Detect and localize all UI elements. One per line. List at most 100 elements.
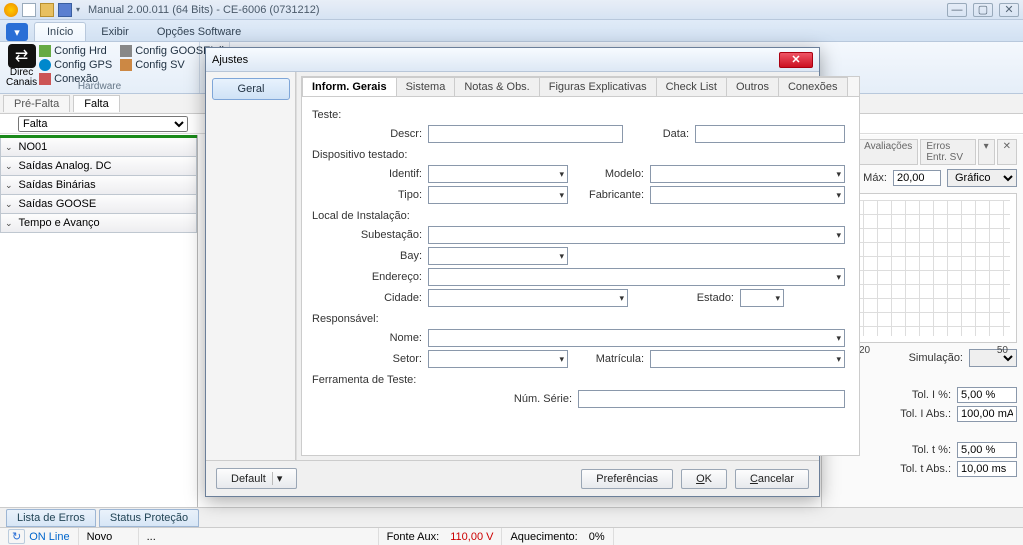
modelo-combo[interactable]	[650, 165, 845, 183]
nav-geral-button[interactable]: Geral	[212, 78, 290, 100]
globe-icon	[39, 59, 51, 71]
dtab-sistema[interactable]: Sistema	[396, 77, 456, 96]
dtab-conexoes[interactable]: Conexões	[778, 77, 848, 96]
estado-label: Estado:	[634, 292, 734, 304]
data-input[interactable]	[695, 125, 845, 143]
config-gps-link[interactable]: Config GPS	[37, 58, 114, 72]
btab-status[interactable]: Status Proteção	[99, 509, 199, 527]
tol-t-input[interactable]	[957, 442, 1017, 458]
gear-icon	[39, 45, 51, 57]
chevron-down-icon: ⌄	[5, 142, 13, 153]
setor-label: Setor:	[312, 353, 422, 365]
app-icon	[4, 3, 18, 17]
fonte-value: 110,00 V	[450, 531, 493, 543]
new-icon[interactable]	[22, 3, 36, 17]
tol-iabs-input[interactable]	[957, 406, 1017, 422]
btab-erros[interactable]: Lista de Erros	[6, 509, 96, 527]
max-label: Máx:	[863, 172, 887, 184]
axis-tick: 20	[859, 345, 870, 356]
setor-combo[interactable]	[428, 350, 568, 368]
endereco-combo[interactable]	[428, 268, 845, 286]
nome-combo[interactable]	[428, 329, 845, 347]
tipo-combo[interactable]	[428, 186, 568, 204]
title-bar: ▾ Manual 2.00.011 (64 Bits) - CE-6006 (0…	[0, 0, 1023, 20]
data-label: Data:	[629, 128, 689, 140]
chevron-down-icon: ▾	[272, 472, 283, 485]
tab-opcoes[interactable]: Opções Software	[144, 22, 254, 41]
chevron-down-icon: ⌄	[5, 199, 13, 210]
rtab-close[interactable]: ✕	[997, 139, 1017, 165]
close-window-button[interactable]: ✕	[999, 3, 1019, 17]
subest-combo[interactable]	[428, 226, 845, 244]
tol-iabs-label: Tol. I Abs.:	[900, 408, 951, 420]
tab-exibir[interactable]: Exibir	[88, 22, 142, 41]
matricula-combo[interactable]	[650, 350, 845, 368]
config-goose-link[interactable]: Config GOOSE	[118, 44, 212, 58]
ribbon-tabs: ▾ Início Exibir Opções Software	[0, 20, 1023, 42]
config-sv-link[interactable]: Config SV	[118, 58, 212, 72]
cancelar-button[interactable]: Cancelar	[735, 469, 809, 489]
section-local: Local de Instalação:	[312, 210, 845, 222]
dtab-outros[interactable]: Outros	[726, 77, 779, 96]
endereco-label: Endereço:	[312, 271, 422, 283]
dtab-figuras[interactable]: Figuras Explicativas	[539, 77, 657, 96]
cidade-combo[interactable]	[428, 289, 628, 307]
config-hrd-link[interactable]: Config Hrd	[37, 44, 114, 58]
qat-dropdown-icon[interactable]: ▾	[76, 5, 80, 14]
estado-combo[interactable]	[740, 289, 784, 307]
numserie-input[interactable]	[578, 390, 845, 408]
tab-falta[interactable]: Falta	[73, 95, 119, 112]
acc-saidas-analog[interactable]: ⌄Saídas Analog. DC	[0, 157, 197, 176]
descr-input[interactable]	[428, 125, 623, 143]
chevron-down-icon: ⌄	[5, 180, 13, 191]
acc-saidas-goose[interactable]: ⌄Saídas GOOSE	[0, 195, 197, 214]
dialog-titlebar: Ajustes ✕	[206, 48, 819, 72]
tab-inicio[interactable]: Início	[34, 22, 86, 41]
default-button[interactable]: Default▾	[216, 468, 297, 489]
aquec-label: Aquecimento:	[510, 531, 577, 543]
dtab-check[interactable]: Check List	[656, 77, 727, 96]
online-label: ON Line	[29, 531, 69, 543]
bay-combo[interactable]	[428, 247, 568, 265]
subest-label: Subestação:	[312, 229, 422, 241]
status-bar: ↻ON Line Novo ... Fonte Aux: 110,00 V Aq…	[0, 527, 1023, 545]
tol-tabs-label: Tol. t Abs.:	[900, 463, 951, 475]
acc-no01[interactable]: ⌄NO01	[0, 138, 197, 157]
tab-pre-falta[interactable]: Pré-Falta	[3, 95, 70, 112]
dtab-notas[interactable]: Notas & Obs.	[454, 77, 539, 96]
rtab-avaliacoes[interactable]: Avaliações	[858, 139, 918, 165]
rtab-erros-sv[interactable]: Erros Entr. SV	[920, 139, 975, 165]
rtab-more[interactable]: ▾	[978, 139, 995, 165]
identif-combo[interactable]	[428, 165, 568, 183]
section-ferr: Ferramenta de Teste:	[312, 374, 845, 386]
modelo-label: Modelo:	[574, 168, 644, 180]
dialog-close-button[interactable]: ✕	[779, 52, 813, 68]
ok-button[interactable]: OK	[681, 469, 727, 489]
chevron-down-icon: ⌄	[5, 218, 13, 229]
app-menu-button[interactable]: ▾	[6, 23, 28, 41]
save-icon[interactable]	[58, 3, 72, 17]
tol-t-label: Tol. t %:	[912, 444, 951, 456]
tol-tabs-input[interactable]	[957, 461, 1017, 477]
max-input[interactable]	[893, 170, 941, 186]
group-hardware-label: Hardware	[0, 81, 199, 92]
acc-saidas-binarias[interactable]: ⌄Saídas Binárias	[0, 176, 197, 195]
dialog-tabs: Inform. Gerais Sistema Notas & Obs. Figu…	[302, 77, 859, 97]
nome-label: Nome:	[312, 332, 422, 344]
simulacao-select[interactable]	[969, 349, 1017, 367]
open-icon[interactable]	[40, 3, 54, 17]
tol-i-input[interactable]	[957, 387, 1017, 403]
falta-combo[interactable]: Falta	[18, 116, 188, 132]
tipo-label: Tipo:	[312, 189, 422, 201]
refresh-icon[interactable]: ↻	[8, 529, 25, 544]
preferencias-button[interactable]: Preferências	[581, 469, 673, 489]
bottom-tabs: Lista de Erros Status Proteção	[0, 507, 1023, 527]
dtab-inform[interactable]: Inform. Gerais	[302, 77, 397, 96]
grafico-select[interactable]: Gráfico	[947, 169, 1017, 187]
identif-label: Identif:	[312, 168, 422, 180]
maximize-button[interactable]: ▢	[973, 3, 993, 17]
minimize-button[interactable]: —	[947, 3, 967, 17]
fabricante-combo[interactable]	[650, 186, 845, 204]
matricula-label: Matrícula:	[574, 353, 644, 365]
acc-tempo-avanco[interactable]: ⌄Tempo e Avanço	[0, 214, 197, 233]
